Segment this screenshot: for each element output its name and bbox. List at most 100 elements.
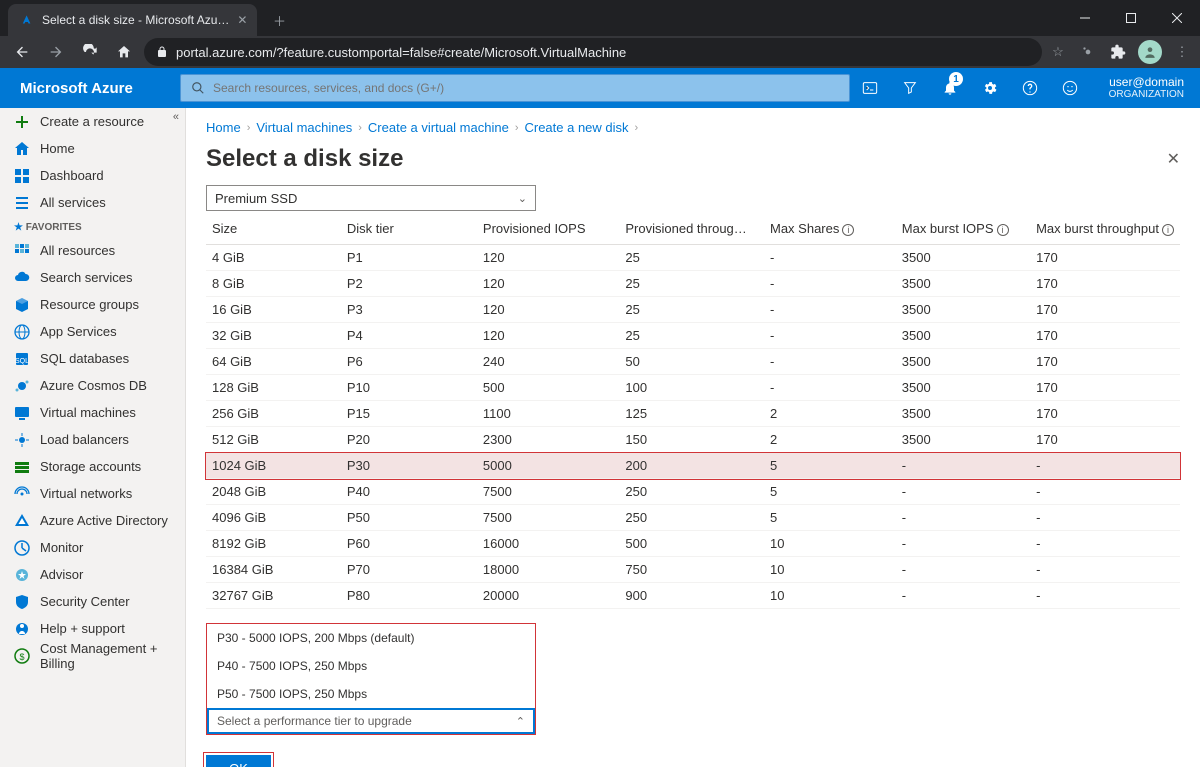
back-button[interactable] (8, 38, 36, 66)
disk-size-row[interactable]: 8 GiBP212025-3500170 (206, 271, 1180, 297)
cosmos-icon (14, 378, 30, 394)
settings-icon[interactable] (970, 68, 1010, 108)
directory-filter-icon[interactable] (890, 68, 930, 108)
user-account-area[interactable]: user@domain ORGANIZATION (1090, 75, 1200, 101)
breadcrumb-link[interactable]: Create a new disk (524, 120, 628, 135)
performance-tier-option[interactable]: P30 - 5000 IOPS, 200 Mbps (default) (207, 624, 535, 652)
cell-shares: 2 (764, 401, 896, 427)
cell-shares: 5 (764, 479, 896, 505)
notifications-icon[interactable]: 1 (930, 68, 970, 108)
disk-type-dropdown[interactable]: Premium SSD ⌄ (206, 185, 536, 211)
breadcrumb-link[interactable]: Virtual machines (256, 120, 352, 135)
column-header[interactable]: Max burst throughputi (1030, 213, 1180, 245)
sidebar-item-app-services[interactable]: App Services (0, 318, 185, 345)
profile-avatar[interactable] (1138, 40, 1162, 64)
reload-button[interactable] (76, 38, 104, 66)
disk-size-row[interactable]: 64 GiBP624050-3500170 (206, 349, 1180, 375)
sidebar-item-virtual-machines[interactable]: Virtual machines (0, 399, 185, 426)
column-header[interactable]: Disk tier (341, 213, 477, 245)
sidebar-item-monitor[interactable]: Monitor (0, 534, 185, 561)
cell-iops: 16000 (477, 531, 619, 557)
sidebar-item-label: All resources (40, 243, 115, 258)
cell-shares: - (764, 297, 896, 323)
disk-size-row[interactable]: 256 GiBP15110012523500170 (206, 401, 1180, 427)
maximize-button[interactable] (1108, 0, 1154, 36)
sidebar-item-label: App Services (40, 324, 117, 339)
sidebar-item-dashboard[interactable]: Dashboard (0, 162, 185, 189)
disk-size-row[interactable]: 4 GiBP112025-3500170 (206, 245, 1180, 271)
help-icon[interactable] (1010, 68, 1050, 108)
performance-tier-option[interactable]: P50 - 7500 IOPS, 250 Mbps (207, 680, 535, 708)
sidebar-collapse-icon[interactable]: « (173, 111, 179, 123)
extension-icon[interactable] (1078, 42, 1098, 62)
column-header[interactable]: Max burst IOPSi (896, 213, 1030, 245)
disk-size-row[interactable]: 32 GiBP412025-3500170 (206, 323, 1180, 349)
feedback-icon[interactable] (1050, 68, 1090, 108)
star-icon[interactable]: ☆ (1048, 42, 1068, 62)
home-button[interactable] (110, 38, 138, 66)
breadcrumb-link[interactable]: Home (206, 120, 241, 135)
sidebar-item-sql-databases[interactable]: SQLSQL databases (0, 345, 185, 372)
cell-tput: 25 (619, 323, 764, 349)
cell-shares: 5 (764, 505, 896, 531)
brand-text[interactable]: Microsoft Azure (0, 80, 180, 97)
tab-close-icon[interactable]: ✕ (237, 13, 247, 27)
cell-iops: 5000 (477, 453, 619, 479)
cell-biops: 3500 (896, 349, 1030, 375)
disk-size-row[interactable]: 1024 GiBP3050002005-- (206, 453, 1180, 479)
menu-icon[interactable]: ⋮ (1172, 42, 1192, 62)
disk-size-row[interactable]: 512 GiBP20230015023500170 (206, 427, 1180, 453)
sidebar-item-security-center[interactable]: Security Center (0, 588, 185, 615)
breadcrumb-link[interactable]: Create a virtual machine (368, 120, 509, 135)
disk-size-row[interactable]: 16384 GiBP701800075010-- (206, 557, 1180, 583)
sidebar-item-search-services[interactable]: Search services (0, 264, 185, 291)
sidebar-item-all-services[interactable]: All services (0, 189, 185, 216)
global-search[interactable] (180, 74, 850, 102)
url-field[interactable]: portal.azure.com/?feature.customportal=f… (144, 38, 1042, 66)
column-header[interactable]: Provisioned IOPS (477, 213, 619, 245)
sidebar-item-azure-cosmos-db[interactable]: Azure Cosmos DB (0, 372, 185, 399)
column-header[interactable]: Provisioned throug… (619, 213, 764, 245)
sidebar-item-help-support[interactable]: Help + support (0, 615, 185, 642)
sidebar-item-storage-accounts[interactable]: Storage accounts (0, 453, 185, 480)
cell-iops: 120 (477, 245, 619, 271)
sidebar-item-all-resources[interactable]: All resources (0, 237, 185, 264)
performance-tier-dropdown[interactable]: Select a performance tier to upgrade ⌃ (208, 709, 534, 733)
sidebar-item-resource-groups[interactable]: Resource groups (0, 291, 185, 318)
sidebar-item-azure-active-directory[interactable]: Azure Active Directory (0, 507, 185, 534)
close-blade-icon[interactable]: ✕ (1167, 149, 1180, 169)
sidebar-item-home[interactable]: Home (0, 135, 185, 162)
search-icon (191, 81, 205, 95)
performance-tier-option[interactable]: P40 - 7500 IOPS, 250 Mbps (207, 652, 535, 680)
puzzle-icon[interactable] (1108, 42, 1128, 62)
search-input[interactable] (213, 81, 839, 95)
disk-size-row[interactable]: 2048 GiBP4075002505-- (206, 479, 1180, 505)
disk-size-row[interactable]: 4096 GiBP5075002505-- (206, 505, 1180, 531)
cell-tier: P20 (341, 427, 477, 453)
column-header[interactable]: Max Sharesi (764, 213, 896, 245)
sidebar-item-label: Security Center (40, 594, 130, 609)
minimize-button[interactable] (1062, 0, 1108, 36)
ok-button[interactable]: OK (206, 755, 271, 767)
url-text: portal.azure.com/?feature.customportal=f… (176, 45, 626, 60)
cloud-shell-icon[interactable] (850, 68, 890, 108)
cell-tier: P2 (341, 271, 477, 297)
sidebar-item-cost-management-billing[interactable]: $Cost Management + Billing (0, 642, 185, 669)
disk-size-row[interactable]: 32767 GiBP802000090010-- (206, 583, 1180, 609)
sidebar-item-virtual-networks[interactable]: Virtual networks (0, 480, 185, 507)
sidebar-item-label: Cost Management + Billing (40, 641, 171, 671)
disk-size-row[interactable]: 16 GiBP312025-3500170 (206, 297, 1180, 323)
sidebar-item-advisor[interactable]: Advisor (0, 561, 185, 588)
close-window-button[interactable] (1154, 0, 1200, 36)
sidebar-item-create-a-resource[interactable]: Create a resource (0, 108, 185, 135)
disk-size-row[interactable]: 128 GiBP10500100-3500170 (206, 375, 1180, 401)
browser-tab[interactable]: Select a disk size - Microsoft Azu… ✕ (8, 4, 257, 36)
sidebar-item-label: Load balancers (40, 432, 129, 447)
disk-size-row[interactable]: 8192 GiBP601600050010-- (206, 531, 1180, 557)
forward-button[interactable] (42, 38, 70, 66)
column-header[interactable]: Size (206, 213, 341, 245)
new-tab-button[interactable]: ＋ (265, 6, 293, 34)
cell-biops: - (896, 479, 1030, 505)
chevron-right-icon: › (358, 122, 362, 134)
sidebar-item-load-balancers[interactable]: Load balancers (0, 426, 185, 453)
